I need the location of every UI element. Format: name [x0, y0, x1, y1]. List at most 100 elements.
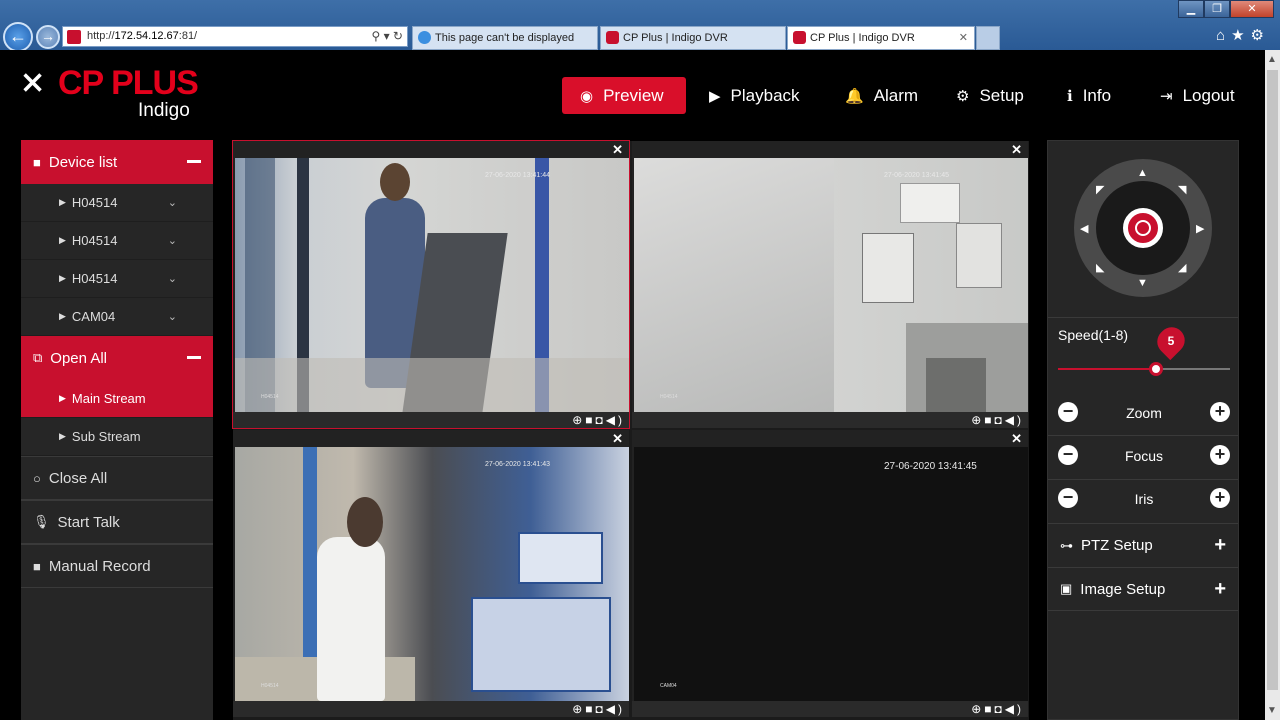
record-video-icon[interactable]: ■ — [585, 413, 595, 427]
info-circle-icon: ℹ — [1067, 87, 1073, 105]
sub-stream-item[interactable]: ▶ Sub Stream — [21, 418, 213, 456]
start-talk-button[interactable]: 🎙 Start Talk — [21, 500, 213, 544]
tab-label: CP Plus | Indigo DVR — [810, 32, 915, 44]
close-all-button[interactable]: ○ Close All — [21, 456, 213, 500]
speed-slider-handle[interactable] — [1149, 362, 1164, 376]
ptz-setup-section[interactable]: ⊶ PTZ Setup + — [1048, 523, 1238, 567]
snapshot-camera-icon[interactable]: ◘ — [596, 702, 606, 716]
pan-left-icon[interactable]: ◀ — [1080, 222, 1088, 235]
pan-down-icon[interactable]: ▼ — [1137, 277, 1148, 289]
device-item[interactable]: ▶ H04514 ⌄ — [21, 184, 213, 222]
page-scrollbar[interactable]: ▲ ▼ — [1265, 50, 1280, 720]
audio-speaker-icon[interactable]: ◀) — [606, 413, 625, 427]
video-window[interactable]: ✕ 27-06-2020 13:41:45 H04514 ⊕■◘◀) — [632, 141, 1028, 428]
record-video-icon[interactable]: ■ — [984, 702, 994, 716]
chevron-down-icon[interactable]: ⌄ — [168, 310, 177, 323]
device-item[interactable]: ▶ CAM04 ⌄ — [21, 298, 213, 336]
pan-up-icon[interactable]: ▲ — [1137, 167, 1148, 179]
record-video-icon[interactable]: ■ — [585, 702, 595, 716]
snapshot-camera-icon[interactable]: ◘ — [995, 413, 1005, 427]
device-item[interactable]: ▶ H04514 ⌄ — [21, 222, 213, 260]
home-icon[interactable]: ⌂ — [1216, 27, 1231, 44]
chevron-down-icon[interactable]: ⌄ — [168, 234, 177, 247]
nav-logout[interactable]: ⇥ Logout — [1160, 77, 1235, 114]
close-window-icon[interactable]: ✕ — [612, 431, 623, 447]
restore-button[interactable]: ❐ — [1204, 0, 1230, 18]
pan-down-right-icon[interactable]: ◢ — [1178, 261, 1186, 274]
pan-right-icon[interactable]: ▶ — [1196, 222, 1204, 235]
camera-timestamp: 27-06-2020 13:41:44 — [485, 172, 550, 179]
audio-speaker-icon[interactable]: ◀) — [606, 702, 625, 716]
video-toolbar: ⊕■◘◀) — [233, 701, 629, 717]
zoom-label: Zoom — [1126, 405, 1162, 421]
video-window[interactable]: ✕ 27-06-2020 13:41:44 H04514 ⊕■◘◀) — [232, 140, 630, 429]
close-tab-icon[interactable]: ✕ — [959, 27, 968, 49]
close-window-button[interactable]: ✕ — [1230, 0, 1274, 18]
focus-plus-button[interactable]: + — [1210, 445, 1230, 465]
video-window[interactable]: ✕ 27-06-2020 13:41:43 H04514 ⊕■◘◀) — [233, 430, 629, 717]
browser-tab-active[interactable]: CP Plus | Indigo DVR ✕ — [787, 26, 975, 50]
speed-slider[interactable] — [1058, 362, 1230, 376]
iris-plus-button[interactable]: + — [1210, 488, 1230, 508]
expand-triangle-icon: ▶ — [59, 273, 66, 283]
focus-control: − Focus + — [1058, 443, 1230, 467]
forward-button[interactable]: → — [36, 25, 60, 49]
manual-record-button[interactable]: ■ Manual Record — [21, 544, 213, 588]
main-stream-item[interactable]: ▶ Main Stream — [21, 380, 213, 418]
new-tab-button[interactable] — [976, 26, 1000, 50]
back-button[interactable]: ← — [3, 22, 33, 52]
video-toolbar: ⊕■◘◀) — [233, 412, 629, 428]
nav-setup[interactable]: ⚙ Setup — [956, 77, 1024, 114]
record-video-icon[interactable]: ■ — [984, 413, 994, 427]
audio-speaker-icon[interactable]: ◀) — [1005, 702, 1024, 716]
audio-speaker-icon[interactable]: ◀) — [1005, 413, 1024, 427]
scroll-down-icon[interactable]: ▼ — [1267, 705, 1277, 716]
pan-down-left-icon[interactable]: ◣ — [1096, 261, 1104, 274]
search-refresh-icon[interactable]: ⚲ ▾ ↻ — [371, 27, 403, 46]
scroll-up-icon[interactable]: ▲ — [1267, 54, 1277, 65]
nav-alarm[interactable]: 🔔 Alarm — [845, 77, 918, 114]
zoom-in-icon[interactable]: ⊕ — [572, 413, 585, 427]
zoom-in-icon[interactable]: ⊕ — [572, 702, 585, 716]
image-setup-section[interactable]: ▣ Image Setup + — [1048, 567, 1238, 611]
pan-up-right-icon[interactable]: ◥ — [1178, 183, 1186, 196]
camera-label: H04514 — [261, 394, 279, 400]
scrollbar-thumb[interactable] — [1267, 70, 1278, 690]
url-suffix: :81/ — [178, 30, 198, 42]
chevron-down-icon[interactable]: ⌄ — [168, 196, 177, 209]
nav-info[interactable]: ℹ Info — [1067, 77, 1111, 114]
ptz-direction-pad[interactable]: ▲ ▼ ◀ ▶ ◤ ◥ ◣ ◢ — [1074, 159, 1212, 297]
zoom-in-icon[interactable]: ⊕ — [971, 413, 984, 427]
chevron-down-icon[interactable]: ⌄ — [168, 272, 177, 285]
zoom-in-button[interactable]: + — [1210, 402, 1230, 422]
nav-playback[interactable]: ▶ Playback — [709, 77, 800, 114]
favorites-star-icon[interactable]: ★ — [1231, 27, 1250, 44]
expand-plus-icon[interactable]: + — [1214, 578, 1226, 601]
product-name: Indigo — [138, 100, 190, 121]
browser-tab[interactable]: This page can't be displayed — [412, 26, 598, 50]
device-list-header[interactable]: ■ Device list — [21, 140, 213, 184]
pan-up-left-icon[interactable]: ◤ — [1096, 183, 1104, 196]
expand-triangle-icon: ▶ — [59, 393, 66, 403]
snapshot-camera-icon[interactable]: ◘ — [995, 702, 1005, 716]
close-window-icon[interactable]: ✕ — [1011, 142, 1022, 158]
device-item[interactable]: ▶ H04514 ⌄ — [21, 260, 213, 298]
ptz-auto-button[interactable] — [1123, 208, 1163, 248]
address-bar[interactable]: http://172.54.12.67:81/ ⚲ ▾ ↻ — [62, 26, 408, 47]
browser-tab[interactable]: CP Plus | Indigo DVR — [600, 26, 786, 50]
camera-label: H04514 — [261, 683, 279, 689]
camera-feed-image: 27-06-2020 13:41:43 H04514 — [235, 447, 629, 701]
expand-plus-icon[interactable]: + — [1214, 534, 1226, 557]
site-icon — [67, 30, 81, 44]
close-window-icon[interactable]: ✕ — [612, 142, 623, 158]
collapse-icon[interactable] — [187, 356, 201, 359]
nav-preview[interactable]: ◉ Preview — [562, 77, 686, 114]
settings-gear-icon[interactable]: ⚙ — [1251, 27, 1270, 44]
minimize-button[interactable]: ▁ — [1178, 0, 1204, 18]
close-window-icon[interactable]: ✕ — [1011, 431, 1022, 447]
video-window[interactable]: ✕ 27-06-2020 13:41:45 CAM04 ⊕■◘◀) — [632, 430, 1028, 717]
zoom-in-icon[interactable]: ⊕ — [971, 702, 984, 716]
collapse-icon[interactable] — [187, 160, 201, 163]
snapshot-camera-icon[interactable]: ◘ — [596, 413, 606, 427]
open-all-header[interactable]: ⧉ Open All — [21, 336, 213, 380]
